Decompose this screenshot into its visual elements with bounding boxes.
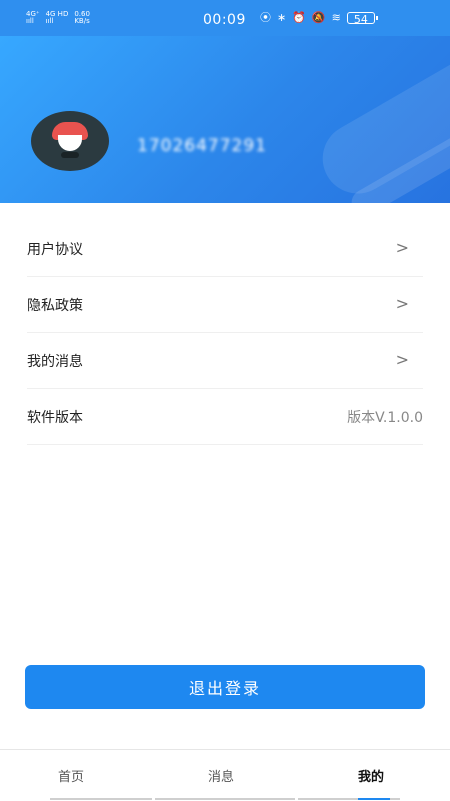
status-time: 00:09 [203, 12, 246, 28]
logout-button[interactable]: 退出登录 [25, 665, 425, 709]
bluetooth-icon: ∗ [277, 11, 287, 24]
avatar-neck [61, 152, 79, 158]
menu-item-label: 我的消息 [27, 354, 83, 370]
menu-item-label: 隐私政策 [27, 298, 83, 314]
tab-mine[interactable]: 我的 [358, 766, 384, 785]
chevron-right-icon: > [395, 238, 409, 257]
menu-item-privacy-policy[interactable]: 隐私政策 > [27, 277, 423, 333]
menu-item-user-agreement[interactable]: 用户协议 > [27, 221, 423, 277]
user-phone: 17026477291 [137, 136, 267, 156]
bottom-tab-bar: 首页 消息 我的 [0, 749, 450, 801]
avatar-face [58, 135, 82, 151]
version-value: 版本V.1.0.0 [347, 410, 423, 426]
status-icons: ⦿ ∗ ⏰ 🔕 ≋ 54 [260, 11, 378, 26]
status-bar: 4G⁺ ııll 4G HD ııll 0.60 KB/s 00:09 ⦿ ∗ … [0, 0, 450, 36]
tab-messages[interactable]: 消息 [208, 766, 234, 785]
chevron-right-icon: > [395, 350, 409, 369]
network-indicators: 4G⁺ ııll 4G HD ııll 0.60 KB/s [26, 11, 90, 25]
battery-icon: 54 [346, 12, 378, 26]
settings-menu: 用户协议 > 隐私政策 > 我的消息 > 软件版本 版本V.1.0.0 [27, 221, 423, 445]
chevron-right-icon: > [395, 294, 409, 313]
tab-home[interactable]: 首页 [58, 766, 84, 785]
menu-item-my-messages[interactable]: 我的消息 > [27, 333, 423, 389]
location-icon: ⦿ [260, 11, 271, 24]
signal-4g-plus: 4G⁺ ııll [26, 10, 40, 25]
network-speed: 0.60 KB/s [74, 10, 90, 25]
menu-item-label: 软件版本 [27, 410, 83, 426]
mute-icon: 🔕 [311, 11, 326, 24]
avatar[interactable] [31, 111, 109, 171]
menu-item-label: 用户协议 [27, 242, 83, 258]
alarm-icon: ⏰ [292, 11, 306, 24]
menu-item-software-version: 软件版本 版本V.1.0.0 [27, 389, 423, 445]
signal-4g-hd: 4G HD ııll [45, 10, 69, 25]
profile-header: 17026477291 [0, 36, 450, 203]
wifi-icon: ≋ [331, 11, 341, 24]
